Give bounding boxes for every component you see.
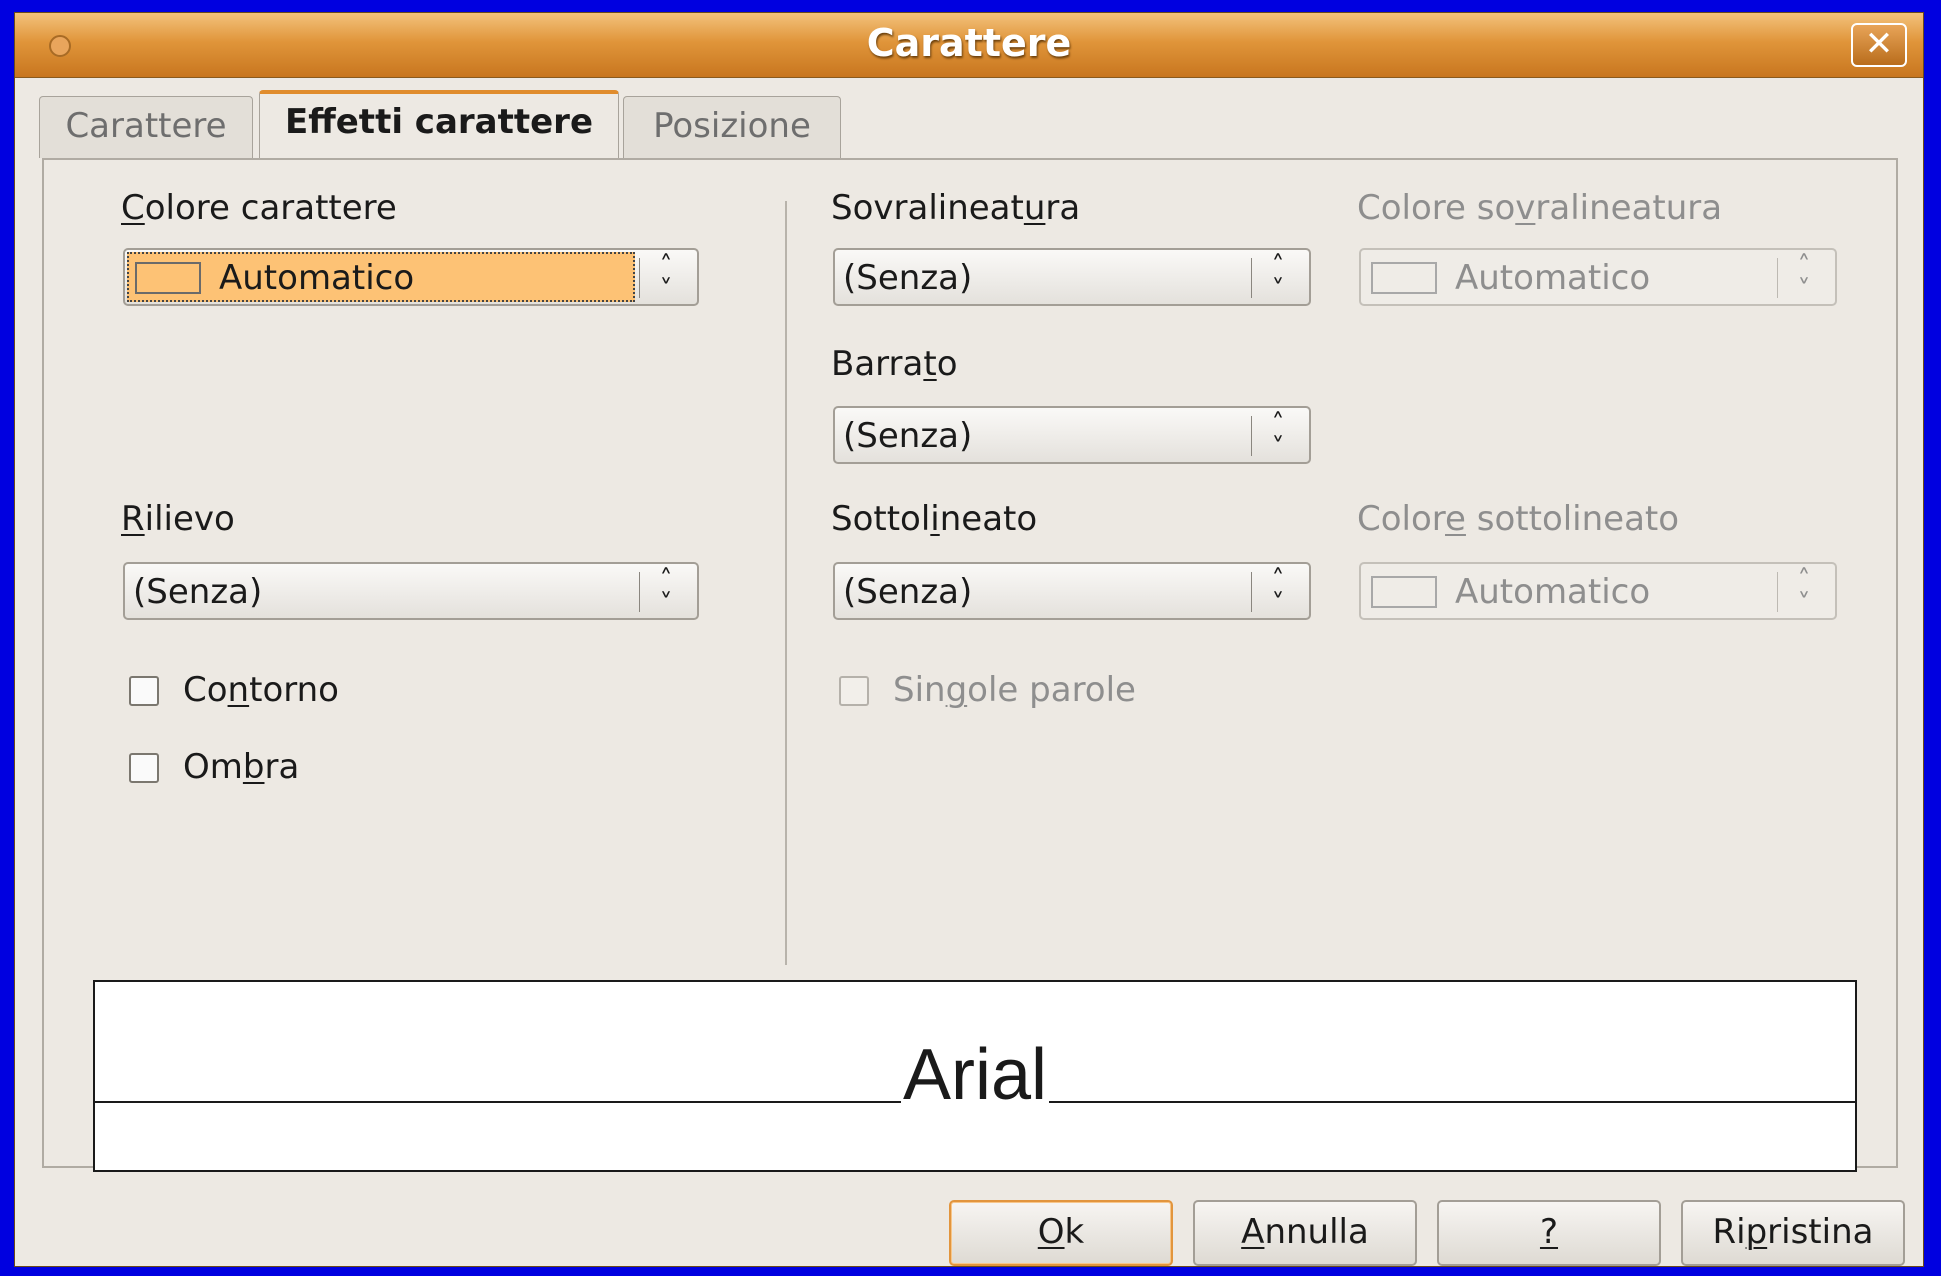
underline-select[interactable]: (Senza) ˄ ˅ <box>833 562 1311 620</box>
outline-checkbox[interactable] <box>129 676 159 706</box>
title-bar: Carattere ✕ <box>15 13 1923 78</box>
reset-button[interactable]: Ripristina <box>1681 1200 1905 1266</box>
strikethrough-label: Barrato <box>831 344 958 384</box>
shadow-label[interactable]: Ombra <box>183 747 299 787</box>
tab-posizione[interactable]: Posizione <box>623 96 841 158</box>
color-swatch <box>1371 262 1437 294</box>
overline-value: (Senza) <box>843 258 973 298</box>
underline-color-select[interactable]: Automatico ˄ ˅ <box>1359 562 1837 620</box>
font-color-label: Colore carattere <box>121 188 397 228</box>
color-swatch <box>135 262 201 294</box>
strikethrough-value: (Senza) <box>843 416 973 456</box>
up-down-chevron-icon: ˄ ˅ <box>1271 251 1285 305</box>
overline-color-select[interactable]: Automatico ˄ ˅ <box>1359 248 1837 306</box>
relief-label: Rilievo <box>121 499 235 539</box>
up-down-chevron-icon: ˄ ˅ <box>1271 565 1285 619</box>
up-down-chevron-icon: ˄ ˅ <box>659 251 673 305</box>
shadow-checkbox[interactable] <box>129 753 159 783</box>
font-color-select[interactable]: Automatico ˄ ˅ <box>123 248 699 306</box>
relief-value: (Senza) <box>133 572 263 612</box>
overline-color-value: Automatico <box>1455 258 1651 298</box>
cancel-button[interactable]: Annulla <box>1193 1200 1417 1266</box>
font-dialog: Carattere ✕ Carattere Effetti carattere … <box>14 12 1924 1267</box>
individual-words-label: Singole parole <box>893 670 1136 710</box>
relief-select[interactable]: (Senza) ˄ ˅ <box>123 562 699 620</box>
ok-button[interactable]: Ok <box>949 1200 1173 1266</box>
color-swatch <box>1371 576 1437 608</box>
strikethrough-select[interactable]: (Senza) ˄ ˅ <box>833 406 1311 464</box>
font-preview: Arial <box>93 980 1857 1172</box>
outline-label[interactable]: Contorno <box>183 670 339 710</box>
underline-color-label: Colore sottolineato <box>1357 499 1680 539</box>
preview-text: Arial <box>900 1035 1050 1115</box>
up-down-chevron-icon: ˄ ˅ <box>1797 251 1811 305</box>
individual-words-checkbox[interactable] <box>839 676 869 706</box>
tab-effetti-carattere[interactable]: Effetti carattere <box>259 90 619 158</box>
tab-carattere[interactable]: Carattere <box>39 96 253 158</box>
up-down-chevron-icon: ˄ ˅ <box>1271 409 1285 463</box>
overline-color-label: Colore sovralineatura <box>1357 188 1723 228</box>
underline-value: (Senza) <box>843 572 973 612</box>
overline-select[interactable]: (Senza) ˄ ˅ <box>833 248 1311 306</box>
column-divider <box>785 201 787 965</box>
font-color-value: Automatico <box>219 258 415 298</box>
up-down-chevron-icon: ˄ ˅ <box>659 565 673 619</box>
help-button[interactable]: ? <box>1437 1200 1661 1266</box>
underline-color-value: Automatico <box>1455 572 1651 612</box>
underline-label: Sottolineato <box>831 499 1038 539</box>
overline-label: Sovralineatura <box>831 188 1081 228</box>
close-icon[interactable]: ✕ <box>1851 23 1907 67</box>
up-down-chevron-icon: ˄ ˅ <box>1797 565 1811 619</box>
window-title: Carattere <box>866 21 1072 65</box>
